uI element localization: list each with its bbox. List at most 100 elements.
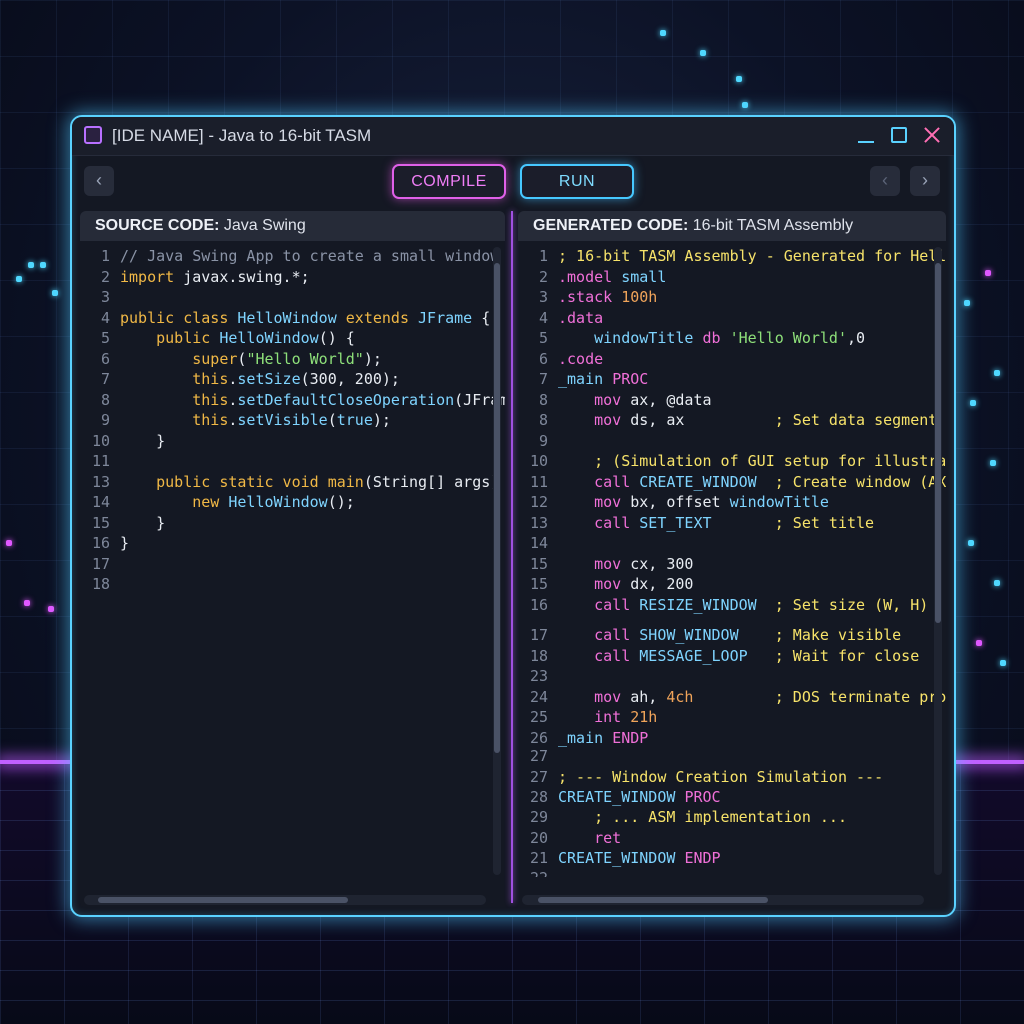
code-line[interactable]: 9: [518, 432, 558, 452]
line-number: 15: [91, 514, 110, 532]
compile-button[interactable]: COMPILE: [392, 164, 506, 199]
code-line[interactable]: 27: [518, 747, 558, 767]
code-token: public class: [120, 309, 229, 327]
code-token: ; --- Window Creation Simulation ---: [558, 768, 884, 786]
generated-horizontal-scrollbar[interactable]: [522, 895, 924, 905]
generated-horizontal-scroll-thumb[interactable]: [538, 897, 768, 903]
code-token: ds, ax: [621, 411, 775, 429]
code-token: ,0: [847, 329, 866, 347]
code-token: );: [372, 411, 391, 429]
code-line[interactable]: 11: [80, 452, 120, 472]
background-dot: [985, 270, 991, 276]
code-line[interactable]: 15 mov dx, 200: [518, 575, 694, 595]
code-line[interactable]: 24 mov ah, 4ch ; DOS terminate pro: [518, 688, 946, 708]
code-token: ; Set size (W, H): [774, 596, 929, 614]
previous-button[interactable]: ‹: [870, 166, 900, 196]
code-line[interactable]: 2 .model small: [518, 268, 666, 288]
code-line[interactable]: 6 .code: [518, 350, 603, 370]
code-line[interactable]: 3 .stack 100h: [518, 288, 657, 308]
code-line[interactable]: 2 import javax.swing.*;: [80, 268, 310, 288]
code-line[interactable]: 14 new HelloWindow();: [80, 493, 355, 513]
maximize-icon[interactable]: [887, 123, 911, 147]
code-line[interactable]: 1 // Java Swing App to create a small win…: [80, 247, 499, 267]
code-line[interactable]: 10 ; (Simulation of GUI setup for illust…: [518, 452, 946, 472]
code-line[interactable]: 7 this.setSize(300, 200);: [80, 370, 400, 390]
code-token: call: [594, 596, 631, 614]
code-token: "Hello World": [246, 350, 364, 368]
code-line[interactable]: 5 public HelloWindow() {: [80, 329, 355, 349]
source-header-detail: Java Swing: [219, 217, 306, 234]
close-icon[interactable]: [920, 123, 944, 147]
code-line[interactable]: 15 }: [80, 514, 165, 534]
code-line[interactable]: 13 public static void main(String[] args…: [80, 473, 505, 493]
next-button[interactable]: ›: [910, 166, 940, 196]
code-line[interactable]: 4 .data: [518, 309, 603, 329]
background-dot: [736, 76, 742, 82]
source-vertical-scroll-thumb[interactable]: [494, 263, 500, 753]
code-token: new: [192, 493, 220, 511]
background-dot: [16, 276, 22, 282]
code-token: ...: [558, 869, 585, 877]
code-line[interactable]: 21 CREATE_WINDOW ENDP: [518, 849, 721, 869]
generated-vertical-scroll-thumb[interactable]: [935, 263, 941, 623]
code-line[interactable]: 4 public class HelloWindow extends JFrame…: [80, 309, 490, 329]
background-dot: [994, 370, 1000, 376]
code-line[interactable]: 25 int 21h: [518, 708, 657, 728]
code-line[interactable]: 28 CREATE_WINDOW PROC: [518, 788, 721, 808]
code-token: true: [336, 411, 373, 429]
title-bar[interactable]: [IDE NAME] - Java to 16-bit TASM: [72, 117, 954, 156]
code-line[interactable]: 14: [518, 534, 558, 554]
code-line[interactable]: 17 call SHOW_WINDOW ; Make visible: [518, 626, 901, 646]
code-line[interactable]: 12 mov bx, offset windowTitle: [518, 493, 829, 513]
line-number: 29: [529, 808, 548, 826]
code-line[interactable]: 16}: [80, 534, 129, 554]
code-line[interactable]: 6 super("Hello World");: [80, 350, 382, 370]
generated-vertical-scrollbar[interactable]: [934, 247, 942, 875]
code-line[interactable]: 16 call RESIZE_WINDOW ; Set size (W, H): [518, 596, 928, 616]
code-line[interactable]: 27 ; --- Window Creation Simulation ---: [518, 768, 883, 788]
code-token: (: [327, 411, 337, 429]
run-button[interactable]: RUN: [520, 164, 634, 199]
code-line[interactable]: 8 mov ax, @data: [518, 391, 712, 411]
code-line[interactable]: 3: [80, 288, 120, 308]
source-vertical-scrollbar[interactable]: [493, 247, 501, 875]
source-code-editor[interactable]: 1 // Java Swing App to create a small win…: [80, 247, 505, 877]
line-number: 13: [91, 473, 110, 491]
code-line[interactable]: 20 ret: [518, 829, 621, 849]
code-line[interactable]: 29 ; ... ASM implementation ...: [518, 808, 847, 828]
code-line[interactable]: 17: [80, 555, 120, 575]
line-number: 7: [538, 370, 548, 388]
code-line[interactable]: 7 _main PROC: [518, 370, 648, 390]
code-line[interactable]: 13 call SET_TEXT ; Set title: [518, 514, 874, 534]
code-line[interactable]: 8 this.setDefaultCloseOperation(JFrame: [80, 391, 505, 411]
code-line[interactable]: 8 mov ds, ax ; Set data segment: [518, 411, 937, 431]
code-line[interactable]: 26 _main ENDP: [518, 729, 648, 749]
code-line[interactable]: 10 }: [80, 432, 165, 452]
code-token: main: [327, 473, 364, 491]
code-line[interactable]: 23: [518, 667, 558, 687]
source-horizontal-scrollbar[interactable]: [84, 895, 486, 905]
code-line[interactable]: 1 ; 16-bit TASM Assembly - Generated for …: [518, 247, 946, 267]
code-line[interactable]: 15 mov cx, 300: [518, 555, 694, 575]
generated-code-editor[interactable]: 1 ; 16-bit TASM Assembly - Generated for …: [518, 247, 946, 877]
code-line[interactable]: 5 windowTitle db 'Hello World',0: [518, 329, 865, 349]
code-line[interactable]: 18: [80, 575, 120, 595]
pane-divider[interactable]: [511, 211, 513, 903]
back-button[interactable]: ‹: [84, 166, 114, 196]
code-line[interactable]: 22...: [518, 869, 585, 877]
code-line[interactable]: 11 call CREATE_WINDOW ; Create window (A…: [518, 473, 946, 493]
code-token: SHOW_WINDOW: [639, 626, 739, 644]
code-line[interactable]: 18 call MESSAGE_LOOP ; Wait for close: [518, 647, 919, 667]
minimize-icon[interactable]: [854, 123, 878, 147]
source-horizontal-scroll-thumb[interactable]: [98, 897, 348, 903]
line-number: 26: [529, 729, 548, 747]
line-number: 9: [538, 432, 548, 450]
code-line[interactable]: 9 this.setVisible(true);: [80, 411, 391, 431]
